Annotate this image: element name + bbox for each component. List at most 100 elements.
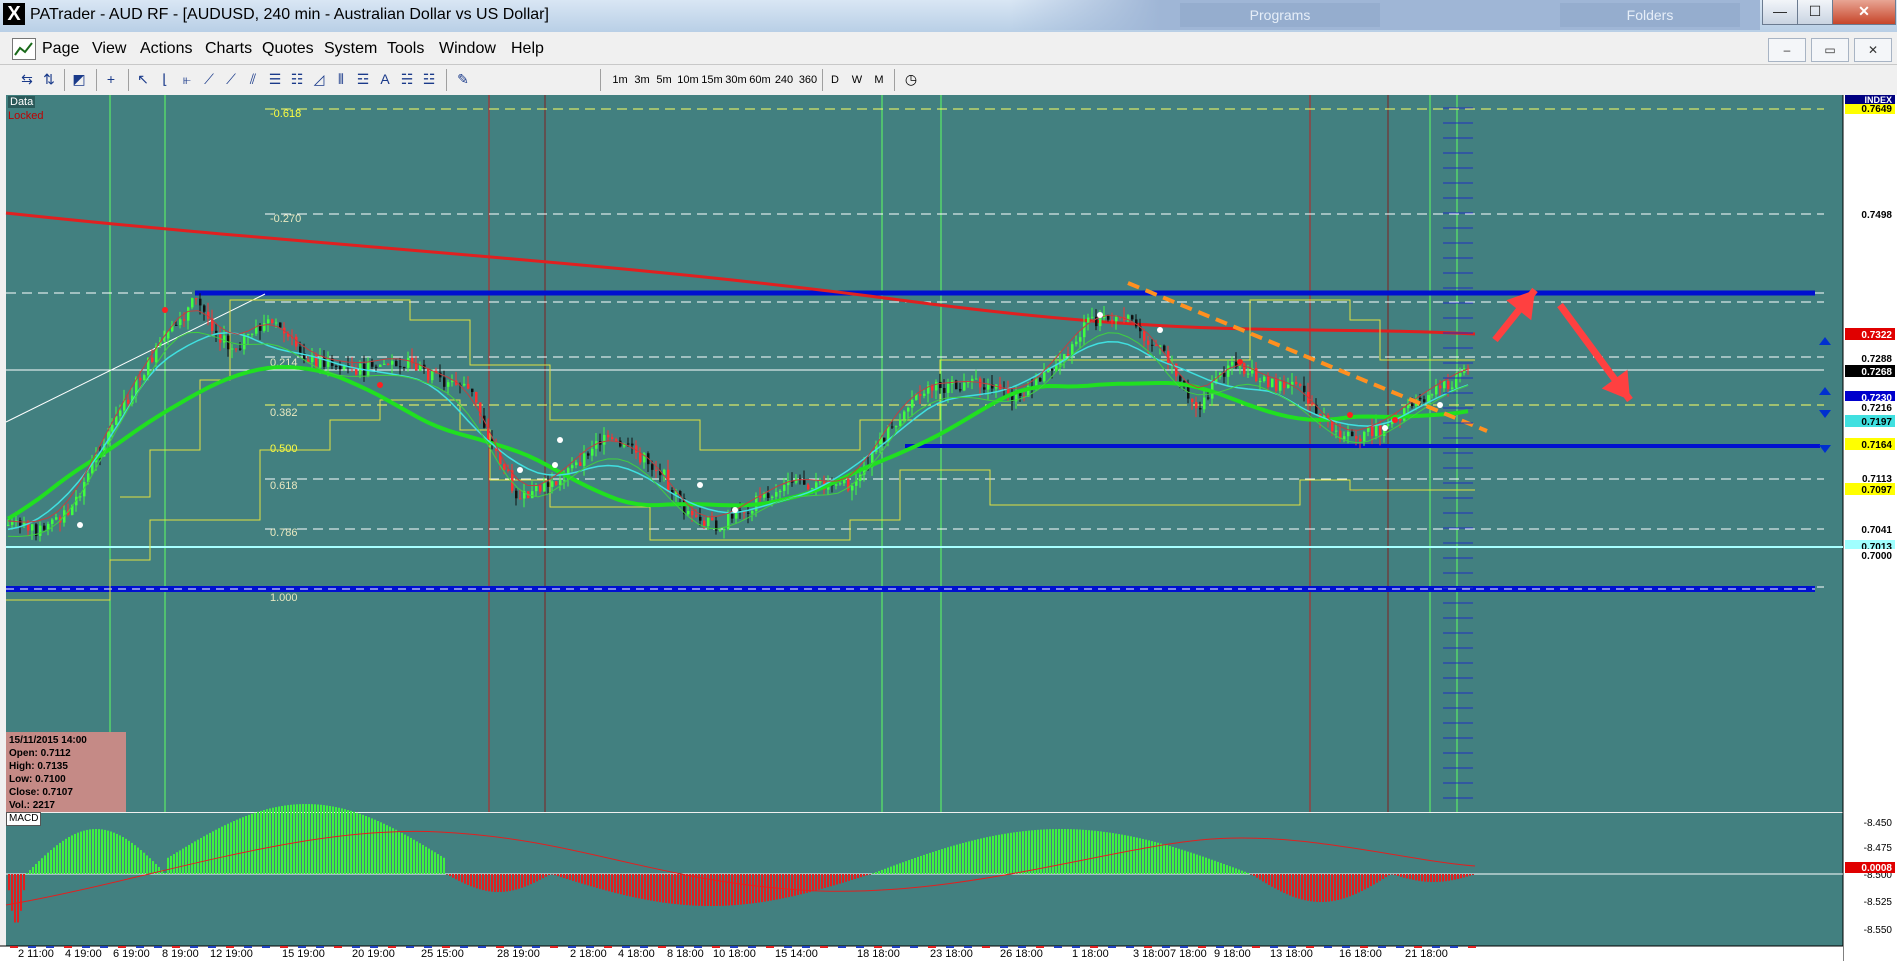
ray-icon[interactable]: ⟋ — [222, 70, 240, 88]
child-close-button[interactable]: ✕ — [1854, 38, 1892, 62]
macd-histogram-bar — [599, 874, 601, 889]
macd-histogram-bar — [878, 871, 880, 874]
menu-help[interactable]: Help — [511, 40, 544, 58]
timeframe-3m[interactable]: 3m — [632, 71, 652, 89]
timeframe-15m[interactable]: 15m — [700, 71, 724, 89]
menu-window[interactable]: Window — [439, 40, 496, 58]
timeframe-monthly[interactable]: M — [872, 71, 886, 89]
timeframe-5m[interactable]: 5m — [654, 71, 674, 89]
arrange-icon[interactable]: ⇆ — [18, 70, 36, 88]
pencil-icon[interactable]: ✎ — [454, 70, 472, 88]
candle-body — [615, 439, 618, 441]
close-button[interactable]: ✕ — [1832, 0, 1896, 25]
menu-quotes[interactable]: Quotes — [262, 40, 314, 58]
maximize-button[interactable]: ☐ — [1797, 0, 1833, 25]
clock-icon[interactable]: ◷ — [902, 70, 920, 88]
timeframe-360[interactable]: 360 — [796, 71, 820, 89]
macd-histogram-bar — [50, 850, 52, 874]
macd-histogram-bar — [428, 848, 430, 874]
fib-arc-icon[interactable]: ☵ — [398, 70, 416, 88]
timeframe-30m[interactable]: 30m — [724, 71, 748, 89]
timeframe-1m[interactable]: 1m — [610, 71, 630, 89]
fibonacci-icon[interactable]: ☰ — [266, 70, 284, 88]
background-tab-programs[interactable]: Programs — [1180, 3, 1380, 27]
fib-fan-icon[interactable]: ◿ — [310, 70, 328, 88]
data-label: Data — [8, 96, 36, 108]
menu-charts[interactable]: Charts — [205, 40, 252, 58]
candle-body — [1451, 387, 1454, 389]
child-restore-button[interactable]: ▭ — [1811, 38, 1849, 62]
time-axis-label: 23 18:00 — [930, 948, 973, 960]
minimize-button[interactable]: — — [1762, 0, 1798, 25]
candle-body — [587, 453, 590, 456]
indicator-icon[interactable]: ◩ — [70, 70, 88, 88]
candle-body — [1443, 380, 1446, 389]
macd-histogram-bar — [35, 863, 37, 874]
time-axis-marker — [676, 946, 684, 948]
time-axis-label: 16 18:00 — [1339, 948, 1382, 960]
gann-icon[interactable]: ☲ — [354, 70, 372, 88]
macd-histogram-bar — [1343, 874, 1345, 899]
time-axis-marker — [604, 946, 612, 948]
candle-body — [651, 464, 654, 470]
candle-body — [531, 491, 534, 499]
macd-histogram-bar — [1283, 874, 1285, 893]
macd-histogram-bar — [11, 874, 13, 911]
background-tab-folders[interactable]: Folders — [1560, 3, 1740, 27]
time-axis-marker — [1432, 946, 1440, 948]
marker-icon[interactable]: ⇅ — [40, 70, 58, 88]
timeframe-weekly[interactable]: W — [850, 71, 864, 89]
fib-retracement-icon[interactable]: ☳ — [420, 70, 438, 88]
fib-time-icon[interactable]: ⫴ — [332, 70, 350, 88]
macd-histogram-bar — [986, 837, 988, 874]
chart-window-icon[interactable] — [12, 38, 36, 60]
time-axis-label: 12 19:00 — [210, 948, 253, 960]
time-axis-marker — [136, 946, 144, 948]
macd-histogram-bar — [452, 874, 454, 878]
macd-histogram-bar — [116, 833, 118, 874]
timeframe-60m[interactable]: 60m — [748, 71, 772, 89]
macd-histogram-bar — [29, 869, 31, 874]
time-axis-label: 20 19:00 — [352, 948, 395, 960]
timeframe-daily[interactable]: D — [828, 71, 842, 89]
draw-line-icon[interactable]: ⌊ — [156, 70, 174, 88]
fib-extension-icon[interactable]: ☷ — [288, 70, 306, 88]
macd-histogram-bar — [185, 846, 187, 874]
crosshair-icon[interactable]: + — [102, 70, 120, 88]
macd-histogram-bar — [1016, 831, 1018, 874]
macd-histogram-bar — [656, 874, 658, 902]
macd-histogram-bar — [32, 866, 34, 874]
trendline-icon[interactable]: ⟋ — [200, 70, 218, 88]
macd-histogram-bar — [935, 850, 937, 874]
macd-histogram-bar — [77, 832, 79, 874]
menu-system[interactable]: System — [324, 40, 377, 58]
text-tool-icon[interactable]: A — [376, 70, 394, 88]
signal-dot — [732, 507, 738, 513]
candle-body — [771, 496, 774, 498]
time-axis-marker — [46, 946, 54, 948]
child-minimize-button[interactable]: – — [1768, 38, 1806, 62]
candle-body — [1459, 372, 1462, 377]
macd-histogram-bar — [866, 874, 868, 876]
macd-histogram-bar — [56, 845, 58, 874]
menu-actions[interactable]: Actions — [140, 40, 192, 58]
candle-body — [767, 493, 770, 498]
menu-view[interactable]: View — [92, 40, 126, 58]
menu-tools[interactable]: Tools — [387, 40, 424, 58]
draw-channel-icon[interactable]: ⫦ — [178, 70, 196, 88]
chart-canvas[interactable]: -0.618-0.2700.2140.3820.5000.6180.7861.0… — [0, 95, 1897, 961]
price-tag-label: 0.7322 — [1861, 330, 1892, 341]
timeframe-240[interactable]: 240 — [772, 71, 796, 89]
cursor-icon[interactable]: ↖ — [134, 70, 152, 88]
menu-page[interactable]: Page — [42, 40, 79, 58]
macd-histogram-bar — [431, 850, 433, 874]
macd-histogram-bar — [1340, 874, 1342, 900]
parallel-lines-icon[interactable]: ⫽ — [244, 70, 262, 88]
timeframe-10m[interactable]: 10m — [676, 71, 700, 89]
macd-histogram-bar — [455, 874, 457, 880]
macd-histogram-bar — [1160, 843, 1162, 874]
macd-histogram-bar — [533, 874, 535, 883]
macd-histogram-bar — [1127, 835, 1129, 874]
macd-histogram-bar — [419, 843, 421, 874]
macd-histogram-bar — [647, 874, 649, 901]
